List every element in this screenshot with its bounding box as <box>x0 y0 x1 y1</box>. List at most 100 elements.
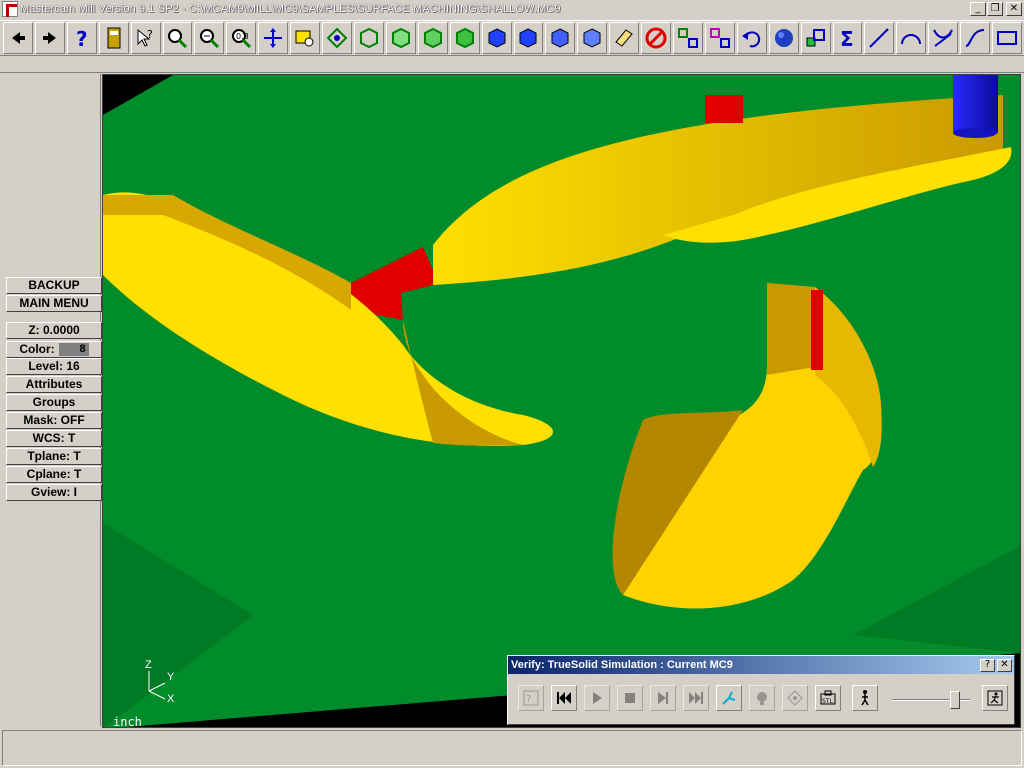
back-arrow-icon <box>11 32 25 44</box>
units-label: inch <box>113 715 142 728</box>
dynamic-rotate-icon <box>326 27 348 49</box>
toolbar-transform-2-button[interactable] <box>704 22 735 54</box>
verify-speed-slider[interactable] <box>892 691 970 709</box>
cursor-help-icon: ? <box>137 28 153 47</box>
verify-settings-button[interactable]: ? <box>518 685 544 711</box>
main-menu-button[interactable]: MAIN MENU <box>6 295 102 312</box>
tool-display-icon <box>757 692 767 705</box>
verify-play-button[interactable] <box>584 685 610 711</box>
arc-icon <box>901 34 922 45</box>
svg-text:?: ? <box>147 28 153 41</box>
toolbar-transform-button[interactable] <box>673 22 703 54</box>
zoom-fit-icon: 0.8 <box>232 29 252 49</box>
attributes-button[interactable]: Attributes <box>6 376 102 393</box>
settings-icon: ? <box>523 690 539 706</box>
toolbar-sphere-button[interactable] <box>768 22 799 54</box>
shade-cube-3-icon <box>551 28 569 48</box>
toolbar-view-iso-button[interactable] <box>449 22 480 54</box>
verify-slow-speed-button[interactable] <box>852 685 878 711</box>
gview-button[interactable]: Gview: I <box>6 484 102 501</box>
restore-button[interactable]: ❐ <box>987 2 1003 16</box>
cplane-button[interactable]: Cplane: T <box>6 466 102 483</box>
toolbar-shade-cube-button[interactable] <box>481 22 512 54</box>
groups-button[interactable]: Groups <box>6 394 102 411</box>
zoom-icon <box>787 690 803 706</box>
z-depth-button[interactable]: Z: 0.0000 <box>6 322 102 339</box>
toolbar-separator <box>0 57 1024 73</box>
toolbar-zoom-fit-button[interactable]: 0.8 <box>226 22 257 54</box>
toolbar-spline-button[interactable] <box>960 22 991 54</box>
toolbar-eraser-button[interactable] <box>609 22 640 54</box>
transform-2-icon <box>709 28 730 48</box>
stl-save-icon: STL <box>820 690 836 705</box>
toolbar-line-button[interactable] <box>864 22 895 54</box>
toolbar-select-zoom-button[interactable] <box>290 22 321 54</box>
toolbar-group-button[interactable] <box>800 22 831 54</box>
title-bar: Mastercam Mill Version 9.1 SP2 - C:\MCAM… <box>0 0 1024 18</box>
toolbar-arc-button[interactable] <box>896 22 927 54</box>
status-prompt-bar <box>2 730 1022 766</box>
toolbar-help-button[interactable]: ? <box>66 22 97 54</box>
speed-slider-thumb[interactable] <box>950 691 960 709</box>
toolbar-back-arrow-button[interactable] <box>3 22 33 54</box>
verify-fast-speed-button[interactable] <box>982 685 1008 711</box>
level-button[interactable]: Level: 16 <box>6 358 102 375</box>
minimize-button[interactable]: _ <box>970 2 986 16</box>
toolbar-forward-arrow-button[interactable] <box>34 22 65 54</box>
close-button[interactable]: ✕ <box>1006 2 1022 16</box>
toolbar-no-entity-button[interactable] <box>641 22 672 54</box>
toolbar-view-front-button[interactable] <box>385 22 416 54</box>
toolbar-zoom-out-button[interactable] <box>194 22 225 54</box>
view-front-icon <box>391 27 410 49</box>
toolbar-trim-button[interactable] <box>928 22 959 54</box>
svg-text:?: ? <box>76 27 88 50</box>
mask-button[interactable]: Mask: OFF <box>6 412 102 429</box>
verify-step-button[interactable] <box>650 685 676 711</box>
view-side-icon <box>423 27 442 49</box>
toolbar-undo-button[interactable] <box>736 22 767 54</box>
view-iso-icon <box>455 27 474 49</box>
verify-help-button[interactable]: ? <box>980 658 995 672</box>
verify-title-bar[interactable]: Verify: TrueSolid Simulation : Current M… <box>508 656 1014 674</box>
verify-stl-button[interactable]: STL <box>815 685 841 711</box>
verify-fast-forward-button[interactable] <box>683 685 709 711</box>
color-button[interactable]: Color: 8 <box>6 341 102 358</box>
toolbar-dynamic-rotate-button[interactable] <box>322 22 352 54</box>
toolbar-shade-cube-2-button[interactable] <box>513 22 544 54</box>
toolbar-view-side-button[interactable] <box>417 22 448 54</box>
line-icon <box>869 28 890 48</box>
verify-tool-display-button[interactable] <box>749 685 775 711</box>
svg-text:Σ: Σ <box>840 27 854 50</box>
group-icon <box>806 29 825 47</box>
toolbar-rectangle-button[interactable] <box>992 22 1022 54</box>
running-person-icon <box>987 690 1003 706</box>
verify-rewind-button[interactable] <box>551 685 577 711</box>
toolbar-shade-cube-3-button[interactable] <box>545 22 576 54</box>
verify-toolbar: ? STL <box>518 685 885 711</box>
toolbar-sigma-button[interactable]: Σ <box>832 22 863 54</box>
spline-icon <box>965 29 985 47</box>
zoom-out-icon <box>200 29 220 49</box>
toolbar-calculator-button[interactable] <box>98 22 129 54</box>
view-top-icon <box>359 27 378 49</box>
rectangle-icon <box>997 31 1018 45</box>
color-swatch: 8 <box>58 343 89 356</box>
toolbar-shade-cube-4-button[interactable] <box>577 22 608 54</box>
help-icon: ? <box>76 27 88 50</box>
toolbar-zoom-window-button[interactable] <box>162 22 193 54</box>
forward-arrow-icon <box>42 32 56 44</box>
verify-zoom-button[interactable] <box>782 685 808 711</box>
wcs-button[interactable]: WCS: T <box>6 430 102 447</box>
toolbar-pan-button[interactable] <box>258 22 289 54</box>
backup-button[interactable]: BACKUP <box>6 277 102 294</box>
verify-toolpath-button[interactable] <box>716 685 742 711</box>
verify-stop-button[interactable] <box>617 685 643 711</box>
app-logo-icon[interactable] <box>2 1 18 17</box>
tplane-button[interactable]: Tplane: T <box>6 448 102 465</box>
graphics-viewport[interactable]: Z Y X inch <box>102 74 1021 728</box>
axis-z-label: Z <box>145 659 152 671</box>
toolbar-cursor-help-button[interactable]: ? <box>130 22 161 54</box>
verify-title: Verify: TrueSolid Simulation : Current M… <box>511 659 733 671</box>
toolbar-view-top-button[interactable] <box>353 22 384 54</box>
verify-close-button[interactable]: ✕ <box>997 658 1012 672</box>
